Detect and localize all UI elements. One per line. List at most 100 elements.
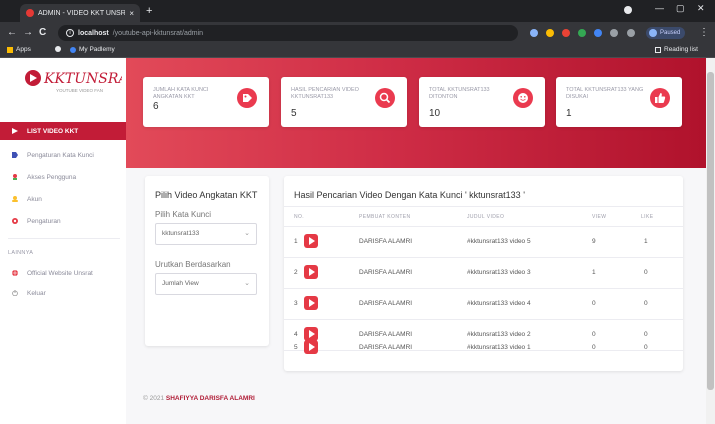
- extension-icon[interactable]: [546, 29, 554, 37]
- row-title[interactable]: #kktunsrat133 video 4: [467, 300, 531, 307]
- play-video-icon[interactable]: [304, 296, 318, 310]
- extension-icon[interactable]: [562, 29, 570, 37]
- sidebar-section-label: LAINNYA: [8, 250, 34, 256]
- tab-close-icon[interactable]: ×: [129, 9, 134, 18]
- scrollbar-thumb[interactable]: [707, 72, 714, 390]
- play-triangle-icon: [12, 128, 18, 134]
- minimize-button[interactable]: —: [655, 3, 664, 13]
- logo-text: KKTUNSRAT: [43, 71, 122, 87]
- stat-card-keywords: JUMLAH KATA KUNCI ANGKATAN KKT 6: [143, 77, 269, 127]
- reading-list-icon: [655, 46, 661, 53]
- bookmark-padlemy[interactable]: My Padlemy: [70, 46, 115, 53]
- play-video-icon[interactable]: [304, 265, 318, 279]
- reading-list-button[interactable]: Reading list: [655, 46, 698, 53]
- stat-label: JUMLAH KATA KUNCI ANGKATAN KKT: [153, 87, 209, 100]
- table-row[interactable]: 2 DARISFA ALAMRI #kktunsrat133 video 3 1…: [284, 258, 683, 288]
- profile-indicator-icon[interactable]: [624, 6, 632, 14]
- new-tab-button[interactable]: +: [146, 5, 152, 17]
- play-video-icon[interactable]: [304, 234, 318, 248]
- sidebar-item-label: Keluar: [27, 289, 46, 297]
- row-creator: DARISFA ALAMRI: [359, 344, 413, 351]
- table-row[interactable]: 5 DARISFA ALAMRI #kktunsrat133 video 1 0…: [284, 340, 683, 381]
- table-divider: [284, 206, 683, 207]
- bookmark-favicon-icon: [70, 46, 76, 53]
- row-number: 5: [294, 344, 298, 351]
- stat-card-likes: TOTAL KKTUNSRAT133 YANG DISUKAI 1: [556, 77, 682, 127]
- play-video-icon[interactable]: [304, 327, 318, 341]
- footer-author-link[interactable]: SHAFIYYA DARISFA ALAMRI: [166, 395, 255, 402]
- row-title[interactable]: #kktunsrat133 video 3: [467, 269, 531, 276]
- smile-icon: [513, 88, 533, 108]
- row-number: 4: [294, 331, 298, 338]
- column-header-no: NO.: [294, 214, 305, 220]
- sidebar-item-settings[interactable]: Pengaturan: [0, 212, 126, 230]
- bookmark-item[interactable]: [55, 46, 61, 52]
- tag-icon: [237, 88, 257, 108]
- row-view: 0: [592, 300, 596, 307]
- row-title[interactable]: #kktunsrat133 video 2: [467, 331, 531, 338]
- sidebar-item-keyword-settings[interactable]: Pengaturan Kata Kunci: [0, 146, 126, 164]
- stat-label: HASIL PENCARIAN VIDEO KKTUNSRAT133: [291, 87, 359, 100]
- reload-button[interactable]: C: [39, 27, 46, 38]
- stat-card-views: TOTAL KKTUNSRAT133 DITONTON 10: [419, 77, 545, 127]
- extension-icon[interactable]: [578, 29, 586, 37]
- sidebar-item-account[interactable]: Akun: [0, 190, 126, 208]
- results-card: Hasil Pencarian Video Dengan Kata Kunci …: [284, 176, 683, 371]
- row-view: 1: [592, 269, 596, 276]
- maximize-button[interactable]: ▢: [676, 3, 685, 14]
- stat-value: 6: [153, 101, 159, 112]
- window-close-button[interactable]: ✕: [697, 3, 705, 14]
- keyword-select-value: kktunsrat133: [162, 230, 200, 237]
- site-info-icon[interactable]: i: [66, 29, 74, 37]
- back-button[interactable]: ←: [7, 27, 17, 38]
- logo[interactable]: KKTUNSRAT YOUTUBE VIDEO FAN: [22, 66, 139, 106]
- person-icon: [12, 196, 18, 202]
- table-row[interactable]: 1 DARISFA ALAMRI #kktunsrat133 video 5 9…: [284, 227, 683, 257]
- profile-paused-button[interactable]: Paused: [646, 27, 686, 39]
- sidebar-item-label: Official Website Unsrat: [27, 269, 93, 277]
- forward-button[interactable]: →: [23, 27, 33, 38]
- row-like: 0: [644, 331, 648, 338]
- browser-menu-icon[interactable]: ⋮: [699, 27, 709, 38]
- address-bar[interactable]: i localhost /youtube-api-kktunsrat/admin: [58, 25, 518, 41]
- keyword-select[interactable]: kktunsrat133 ⌄: [155, 223, 257, 245]
- extension-icon[interactable]: [530, 29, 538, 37]
- bookmark-apps[interactable]: Apps: [7, 46, 31, 53]
- page-scrollbar[interactable]: [706, 58, 715, 424]
- youtube-favicon-icon: [26, 9, 34, 17]
- sidebar-item-label: Pengaturan Kata Kunci: [27, 151, 94, 159]
- sidebar-item-user-access[interactable]: Akses Pengguna: [0, 168, 126, 186]
- row-view: 0: [592, 344, 596, 351]
- extension-icon[interactable]: [594, 29, 602, 37]
- sidebar-item-label: Akun: [27, 195, 42, 203]
- row-title[interactable]: #kktunsrat133 video 5: [467, 238, 531, 245]
- results-card-title: Hasil Pencarian Video Dengan Kata Kunci …: [294, 190, 525, 200]
- row-number: 1: [294, 238, 298, 245]
- power-icon: [12, 290, 18, 296]
- row-number: 3: [294, 300, 298, 307]
- logo-subtext: YOUTUBE VIDEO FAN: [56, 88, 103, 93]
- row-title[interactable]: #kktunsrat133 video 1: [467, 344, 531, 351]
- column-header-title: JUDUL VIDEO: [467, 214, 505, 220]
- row-like: 0: [644, 300, 648, 307]
- sidebar-item-logout[interactable]: Keluar: [0, 284, 126, 302]
- keyword-label: Pilih Kata Kunci: [155, 210, 212, 219]
- footer: © 2021 SHAFIYYA DARISFA ALAMRI: [143, 395, 255, 402]
- sort-select[interactable]: Jumlah View ⌄: [155, 273, 257, 295]
- sidebar-item-list-video[interactable]: LIST VIDEO KKT: [0, 122, 126, 140]
- stat-label: TOTAL KKTUNSRAT133 YANG DISUKAI: [566, 87, 644, 100]
- page-viewport: KKTUNSRAT YOUTUBE VIDEO FAN LIST VIDEO K…: [0, 58, 706, 424]
- sidebar: KKTUNSRAT YOUTUBE VIDEO FAN LIST VIDEO K…: [0, 58, 139, 424]
- play-video-icon[interactable]: [304, 340, 318, 354]
- sidebar-item-official-website[interactable]: Official Website Unsrat: [0, 264, 126, 282]
- extensions-puzzle-icon[interactable]: [610, 29, 618, 37]
- reading-mode-icon[interactable]: [627, 29, 635, 37]
- row-view: 9: [592, 238, 596, 245]
- table-row[interactable]: 3 DARISFA ALAMRI #kktunsrat133 video 4 0…: [284, 289, 683, 319]
- stat-value: 5: [291, 108, 297, 119]
- filter-card-title: Pilih Video Angkatan KKT: [155, 190, 258, 200]
- row-creator: DARISFA ALAMRI: [359, 238, 413, 245]
- stat-value: 1: [566, 108, 572, 119]
- row-like: 0: [644, 269, 648, 276]
- browser-tab[interactable]: ADMIN - VIDEO KKT UNSRAT - Y ×: [20, 4, 140, 22]
